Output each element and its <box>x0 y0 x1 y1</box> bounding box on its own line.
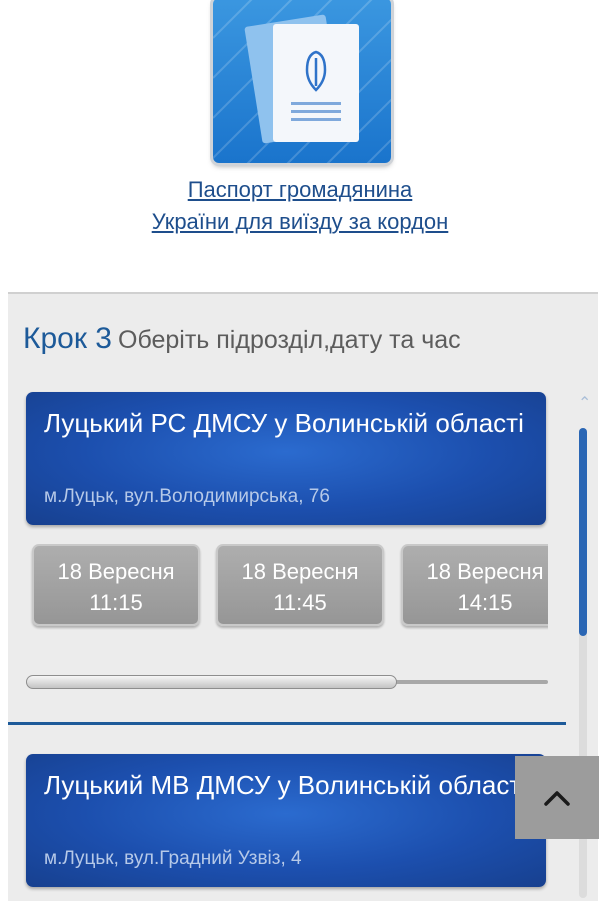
office-card[interactable]: Луцький РС ДМСУ у Волинській області м.Л… <box>26 392 546 525</box>
time-slots-carousel[interactable]: 18 Вересня 11:15 18 Вересня 11:45 18 Вер… <box>26 544 548 632</box>
slot-time: 11:45 <box>273 590 327 615</box>
page-scrollbar-thumb[interactable] <box>579 428 587 636</box>
time-slot[interactable]: 18 Вересня 11:15 <box>32 544 200 626</box>
step-heading: Крок 3 Оберіть підрозділ,дату та час <box>23 322 461 356</box>
office-address: м.Луцьк, вул.Володимирська, 76 <box>44 486 330 507</box>
office-name: Луцький МВ ДМСУ у Волинській області <box>44 770 528 800</box>
slot-time: 11:15 <box>89 590 143 615</box>
slots-scrollbar[interactable] <box>26 675 548 689</box>
slot-date: 18 Вересня <box>426 559 544 584</box>
service-link-line1[interactable]: Паспорт громадянина <box>0 174 600 206</box>
service-link-line2[interactable]: України для виїзду за кордон <box>0 206 600 238</box>
slot-date: 18 Вересня <box>241 559 359 584</box>
office-address: м.Луцьк, вул.Градний Узвіз, 4 <box>44 848 302 869</box>
slot-date: 18 Вересня <box>57 559 175 584</box>
chevron-up-icon <box>544 791 570 806</box>
office-divider <box>8 722 566 725</box>
step-panel: Крок 3 Оберіть підрозділ,дату та час Луць… <box>8 292 598 901</box>
step-number: Крок 3 <box>23 322 112 355</box>
slot-time: 14:15 <box>457 590 513 615</box>
scroll-to-top-button[interactable] <box>515 756 599 839</box>
slots-scrollbar-thumb[interactable] <box>26 675 397 689</box>
passport-icon[interactable] <box>213 0 391 163</box>
office-card[interactable]: Луцький МВ ДМСУ у Волинській області м.Л… <box>26 754 546 887</box>
time-slot[interactable]: 18 Вересня 11:45 <box>216 544 384 626</box>
step-description: Оберіть підрозділ,дату та час <box>118 326 461 354</box>
chevron-up-icon[interactable]: ⌃ <box>578 393 591 413</box>
service-header: Паспорт громадянина України для виїзду з… <box>0 0 600 292</box>
office-name: Луцький РС ДМСУ у Волинській області <box>44 408 524 438</box>
time-slot[interactable]: 18 Вересня 14:15 <box>401 544 548 626</box>
